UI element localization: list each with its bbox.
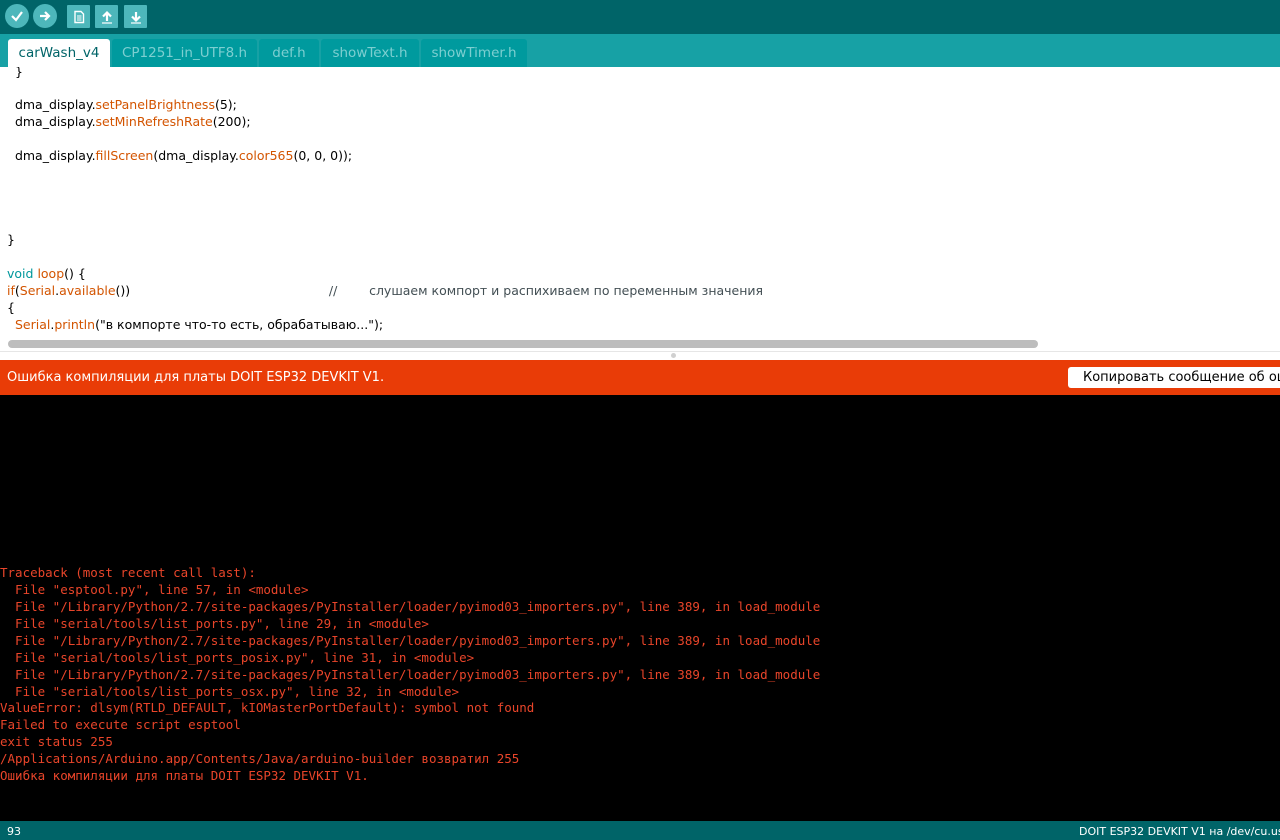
copy-error-button[interactable]: Копировать сообщение об ош	[1068, 367, 1280, 388]
verify-button[interactable]	[5, 4, 29, 28]
code-token: }	[7, 67, 23, 79]
console-line: File "serial/tools/list_ports.py", line …	[0, 616, 429, 631]
console-line: ValueError: dlsym(RTLD_DEFAULT, kIOMaste…	[0, 700, 535, 715]
file-icon	[73, 10, 84, 23]
code-line: dma_display.fillScreen(dma_display.color…	[7, 147, 352, 164]
code-token: void	[7, 266, 34, 281]
code-token: color565	[238, 148, 294, 163]
code-token: Serial	[14, 317, 51, 332]
code-token: fillScreen	[95, 148, 154, 163]
scrollbar-thumb[interactable]	[8, 340, 1038, 348]
code-token: ("в компорте что-то есть, обрабатываю...…	[95, 317, 384, 332]
console-line: exit status 255	[0, 734, 113, 749]
code-line: dma_display.setMinRefreshRate(200);	[7, 113, 251, 130]
code-token: Serial	[19, 283, 56, 298]
arrow-right-icon	[40, 11, 51, 21]
code-token: loop	[37, 266, 65, 281]
code-token: println	[54, 317, 96, 332]
code-line: void loop() {	[7, 265, 86, 282]
console-line: File "serial/tools/list_ports_posix.py",…	[0, 650, 475, 665]
console-line: File "serial/tools/list_ports_osx.py", l…	[0, 684, 460, 699]
tab-carwash-v4[interactable]: carWash_v4	[8, 39, 110, 67]
code-token: (0, 0, 0));	[293, 148, 353, 163]
tab-showtimer[interactable]: showTimer.h	[421, 39, 527, 67]
toolbar	[0, 0, 1280, 34]
code-line: dma_display.setPanelBrightness(5);	[7, 96, 237, 113]
code-token: (200);	[212, 114, 251, 129]
code-token: dma_display.	[7, 97, 96, 112]
error-message: Ошибка компиляции для платы DOIT ESP32 D…	[7, 370, 385, 385]
code-token: setPanelBrightness	[95, 97, 215, 112]
open-button[interactable]	[95, 5, 118, 28]
code-token: }	[7, 232, 15, 247]
code-token: (dma_display.	[153, 148, 239, 163]
console-line: /Applications/Arduino.app/Contents/Java/…	[0, 751, 520, 766]
arrow-down-icon	[130, 11, 141, 24]
console-line: Failed to execute script esptool	[0, 717, 241, 732]
tab-def[interactable]: def.h	[259, 39, 319, 67]
line-number: 93	[7, 825, 21, 838]
code-line: if(Serial.available()) // слушаем компор…	[7, 282, 763, 299]
code-line: Serial.println("в компорте что-то есть, …	[7, 316, 383, 333]
tab-bar: carWash_v4 CP1251_in_UTF8.h def.h showTe…	[0, 34, 1280, 67]
console-output[interactable]: Traceback (most recent call last): File …	[0, 395, 1280, 821]
splitter-handle-icon[interactable]	[671, 353, 676, 358]
console-line: File "/Library/Python/2.7/site-packages/…	[0, 667, 821, 682]
code-token: if	[7, 283, 15, 298]
console-line: File "esptool.py", line 57, in <module>	[0, 582, 309, 597]
code-token: // слушаем компорт и распихиваем по пере…	[328, 283, 764, 298]
code-token: dma_display.	[7, 148, 96, 163]
code-token: ())	[115, 283, 329, 298]
tab-showtext[interactable]: showText.h	[321, 39, 419, 67]
new-sketch-button[interactable]	[67, 5, 90, 28]
tab-cp1251-in-utf8[interactable]: CP1251_in_UTF8.h	[112, 39, 257, 67]
arrow-up-icon	[101, 10, 112, 24]
code-line: }	[7, 231, 15, 248]
check-icon	[11, 11, 23, 22]
code-token: available	[59, 283, 116, 298]
board-info: DOIT ESP32 DEVKIT V1 на /dev/cu.usbs	[1079, 825, 1280, 838]
pane-splitter[interactable]	[0, 351, 1280, 360]
error-bar: Ошибка компиляции для платы DOIT ESP32 D…	[0, 360, 1280, 395]
save-button[interactable]	[124, 5, 147, 28]
status-bar: 93 DOIT ESP32 DEVKIT V1 на /dev/cu.usbs	[0, 821, 1280, 840]
code-token: () {	[64, 266, 86, 281]
code-token: dma_display.	[7, 114, 96, 129]
code-token: setMinRefreshRate	[95, 114, 213, 129]
console-line: File "/Library/Python/2.7/site-packages/…	[0, 633, 821, 648]
console-line: Ошибка компиляции для платы DOIT ESP32 D…	[0, 768, 369, 783]
code-token: (5);	[214, 97, 237, 112]
console-line: File "/Library/Python/2.7/site-packages/…	[0, 599, 821, 614]
code-token: {	[7, 300, 15, 315]
code-line: }	[7, 67, 23, 80]
code-editor[interactable]: } dma_display.setPanelBrightness(5); dma…	[0, 67, 1280, 353]
code-line: {	[7, 299, 15, 316]
console-line: Traceback (most recent call last):	[0, 565, 256, 580]
upload-button[interactable]	[33, 4, 57, 28]
